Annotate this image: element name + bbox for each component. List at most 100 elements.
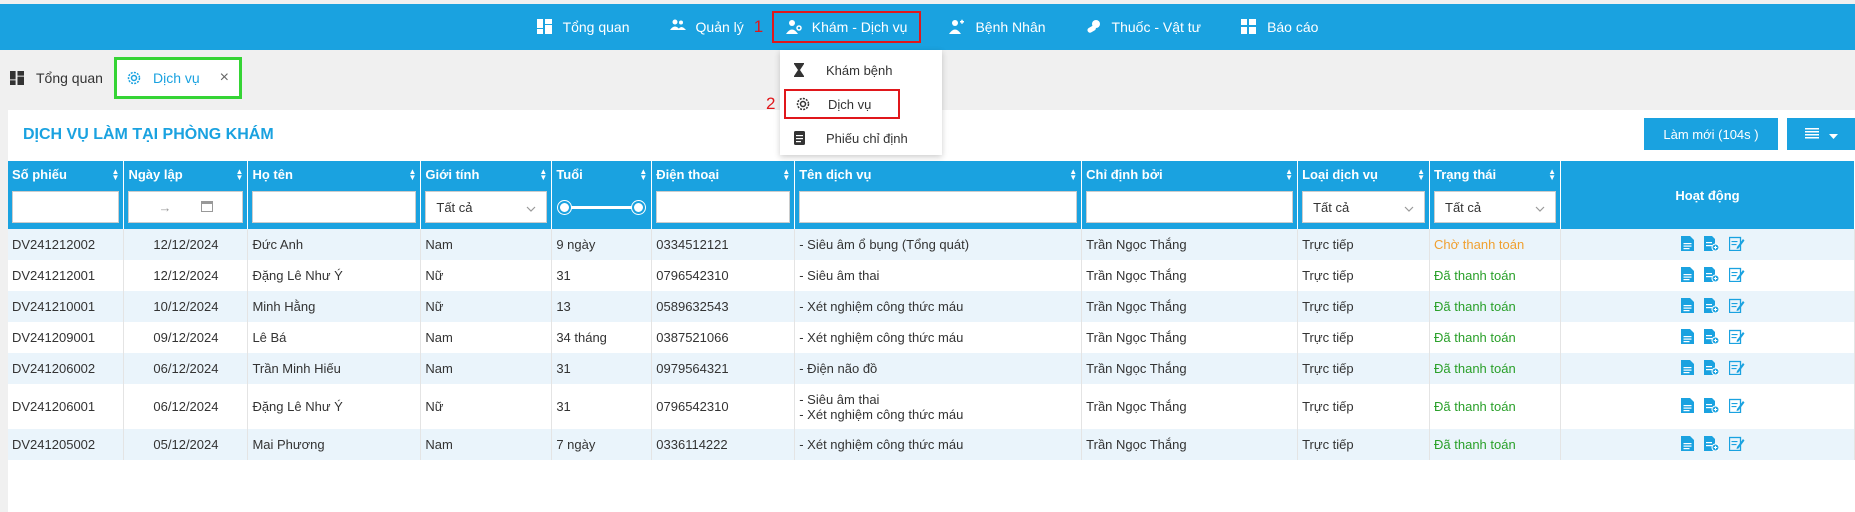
filter-phone-input[interactable] [656, 191, 791, 223]
header-age[interactable]: Tuổi ▲ ▼ [551, 161, 653, 189]
tab-overview[interactable]: Tổng quan [0, 58, 113, 98]
edit-icon[interactable] [1728, 360, 1745, 375]
cell-gender: Nam [420, 353, 553, 384]
dropdown-item-prescription[interactable]: Phiếu chỉ định [780, 123, 942, 153]
cell-assigned-by: Trần Ngọc Thắng [1081, 322, 1299, 353]
filter-assigned-by-input[interactable] [1086, 191, 1294, 223]
view-document-icon[interactable] [1680, 397, 1694, 413]
header-created-date[interactable]: Ngày lập ▲ ▼ [123, 161, 249, 189]
filter-date-range[interactable]: → [128, 191, 244, 223]
cell-type: Trực tiếp [1297, 291, 1431, 322]
nav-item-overview[interactable]: Tổng quan [525, 11, 642, 43]
edit-icon[interactable] [1728, 236, 1745, 251]
add-document-icon[interactable] [1703, 266, 1719, 282]
cell-type: Trực tiếp [1297, 260, 1431, 291]
table-row[interactable]: DV241212002 12/12/2024 Đức Anh Nam 9 ngày 033… [8, 229, 1855, 260]
cell-status: Đã thanh toán [1429, 260, 1561, 291]
nav-item-patient[interactable]: Bệnh Nhân [937, 11, 1057, 43]
close-icon[interactable]: × [220, 69, 229, 87]
header-full-name[interactable]: Họ tên ▲ ▼ [247, 161, 422, 189]
cell-phone: 0979564321 [651, 353, 796, 384]
dropdown-item-service[interactable]: Dịch vụ [784, 89, 900, 119]
cell-phone: 0796542310 [651, 384, 796, 429]
cell-phone: 0334512121 [651, 229, 796, 260]
refresh-button[interactable]: Làm mới (104s ) [1644, 118, 1778, 150]
dropdown-item-label: Dịch vụ [828, 96, 872, 112]
cell-age: 7 ngày [551, 429, 653, 460]
table-row[interactable]: DV241206002 06/12/2024 Trần Minh Hiếu Nam 31… [8, 353, 1855, 384]
edit-icon[interactable] [1728, 436, 1745, 451]
view-document-icon[interactable] [1680, 266, 1694, 282]
edit-icon[interactable] [1728, 267, 1745, 282]
add-document-icon[interactable] [1703, 297, 1719, 313]
list-icon [1804, 127, 1819, 142]
cell-status: Đã thanh toán [1429, 384, 1561, 429]
header-gender[interactable]: Giới tính ▲ ▼ [420, 161, 553, 189]
tab-service[interactable]: Dịch vụ × [114, 57, 242, 99]
filter-service-input[interactable] [799, 191, 1078, 223]
header-phone[interactable]: Điện thoại ▲ ▼ [651, 161, 796, 189]
dropdown-item-exam[interactable]: Khám bệnh [780, 55, 942, 85]
table-row[interactable]: DV241210001 10/12/2024 Minh Hằng Nữ 13 058963… [8, 291, 1855, 322]
header-ticket-no[interactable]: Số phiếu ▲ ▼ [8, 161, 125, 189]
cell-date: 06/12/2024 [123, 384, 249, 429]
nav-item-label: Thuốc - Vật tư [1111, 19, 1202, 35]
cell-age: 31 [551, 353, 653, 384]
cell-ticket-no: DV241210001 [8, 291, 125, 322]
cell-service: - Xét nghiệm công thức máu [794, 429, 1083, 460]
view-document-icon[interactable] [1680, 328, 1694, 344]
nav-item-management[interactable]: Quản lý [658, 11, 756, 43]
sort-icon: ▲ ▼ [408, 167, 417, 182]
add-document-icon[interactable] [1703, 328, 1719, 344]
cell-status: Đã thanh toán [1429, 353, 1561, 384]
table-row[interactable]: DV241206001 06/12/2024 Đặng Lê Như Ý Nữ 31 07… [8, 384, 1855, 429]
table-row[interactable]: DV241205002 05/12/2024 Mai Phương Nam 7 ngày… [8, 429, 1855, 460]
header-assigned-by[interactable]: Chỉ định bởi ▲ ▼ [1081, 161, 1299, 189]
view-document-icon[interactable] [1680, 359, 1694, 375]
slider-handle-min[interactable] [558, 201, 572, 214]
step-number-1: 1 [753, 17, 764, 36]
header-actions: Hoạt động [1560, 161, 1855, 229]
filter-type-select[interactable]: Tất cả [1302, 191, 1426, 223]
document-icon [794, 131, 810, 145]
tab-label: Dịch vụ [153, 70, 200, 86]
cell-date: 12/12/2024 [123, 260, 249, 291]
cell-phone: 0796542310 [651, 260, 796, 291]
service-line: - Điện não đồ [799, 361, 878, 376]
view-document-icon[interactable] [1680, 235, 1694, 251]
cell-name: Đặng Lê Như Ý [247, 260, 422, 291]
nav-item-exam-service[interactable]: 1 Khám - Dịch vụ [754, 11, 922, 43]
calendar-icon [201, 200, 214, 215]
add-document-icon[interactable] [1703, 435, 1719, 451]
column-menu-button[interactable] [1787, 118, 1855, 150]
filter-name-input[interactable] [252, 191, 417, 223]
edit-icon[interactable] [1728, 298, 1745, 313]
age-range-slider[interactable] [556, 191, 647, 223]
cell-date: 05/12/2024 [123, 429, 249, 460]
filter-ticket-no-input[interactable] [12, 191, 120, 223]
header-status[interactable]: Trạng thái ▲ ▼ [1429, 161, 1561, 189]
add-document-icon[interactable] [1703, 359, 1719, 375]
table-row[interactable]: DV241209001 09/12/2024 Lê Bá Nam 34 tháng 038… [8, 322, 1855, 353]
service-line: - Xét nghiệm công thức máu [799, 330, 964, 345]
filter-status-select[interactable]: Tất cả [1434, 191, 1556, 223]
view-document-icon[interactable] [1680, 435, 1694, 451]
slider-handle-max[interactable] [632, 201, 646, 214]
view-document-icon[interactable] [1680, 297, 1694, 313]
cell-gender: Nam [420, 229, 553, 260]
dashboard-icon [536, 19, 553, 35]
add-document-icon[interactable] [1703, 397, 1719, 413]
filter-gender-select[interactable]: Tất cả [425, 191, 548, 223]
add-document-icon[interactable] [1703, 235, 1719, 251]
header-service-type[interactable]: Loại dịch vụ ▲ ▼ [1297, 161, 1431, 189]
cell-ticket-no: DV241205002 [8, 429, 125, 460]
edit-icon[interactable] [1728, 398, 1745, 413]
header-service-name[interactable]: Tên dịch vụ ▲ ▼ [794, 161, 1083, 189]
cell-service: - Siêu âm ổ bụng (Tổng quát) [794, 229, 1083, 260]
nav-item-medicine[interactable]: Thuốc - Vật tư [1074, 11, 1214, 43]
table-row[interactable]: DV241212001 12/12/2024 Đặng Lê Như Ý Nữ 31 07… [8, 260, 1855, 291]
edit-icon[interactable] [1728, 329, 1745, 344]
nav-item-report[interactable]: Báo cáo [1229, 11, 1330, 43]
cell-type: Trực tiếp [1297, 229, 1431, 260]
sort-icon: ▲ ▼ [782, 167, 791, 182]
